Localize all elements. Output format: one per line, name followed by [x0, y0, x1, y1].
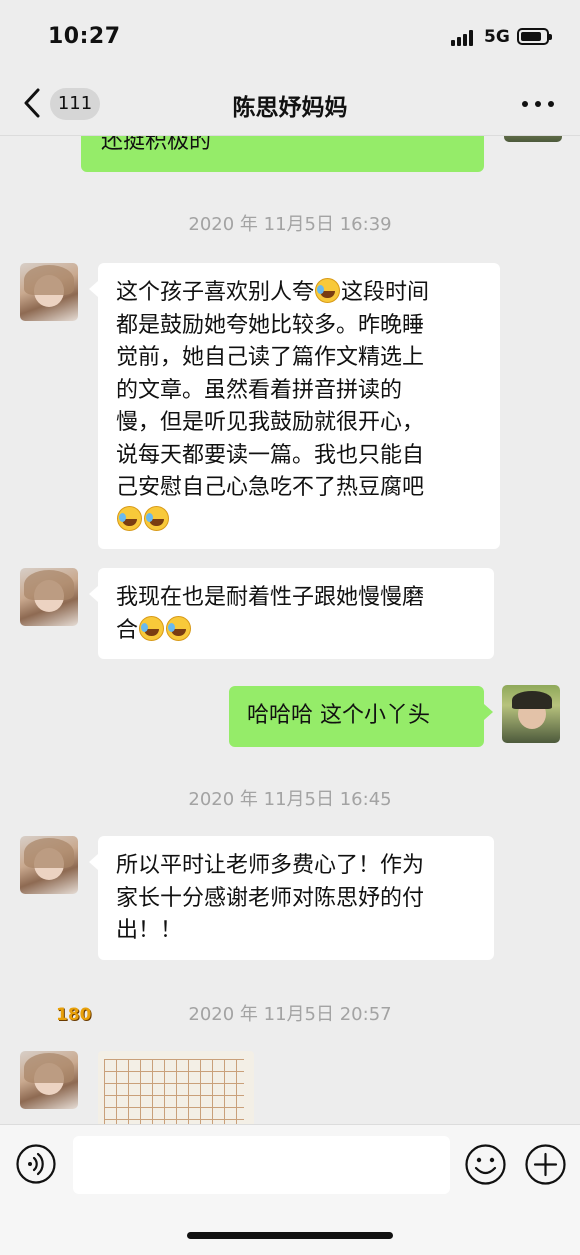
message-line: 所以平时让老师多费心了！作为: [116, 853, 425, 878]
message-line: 都是鼓励她夸她比较多。昨晚睡: [116, 312, 425, 338]
avatar-contact[interactable]: [20, 1051, 78, 1109]
image-message-preview: [104, 1059, 244, 1124]
battery-level: [521, 32, 542, 41]
message-line: [116, 505, 482, 538]
message-line: 合: [116, 615, 476, 648]
message-bubble-outgoing[interactable]: 还挺积极的: [81, 136, 484, 172]
message-line: 家长十分感谢老师对陈思妤的付: [116, 885, 425, 911]
message-line: 说每天都要读一篇。我也只能自: [116, 442, 425, 468]
message-line: 己安慰自己心急吃不了热豆腐吧: [116, 475, 425, 500]
avatar-contact[interactable]: [20, 836, 78, 894]
message-bubble-outgoing[interactable]: 哈哈哈 这个小丫头: [229, 686, 493, 747]
signal-icon: [451, 30, 477, 46]
cry-laugh-emoji: [166, 615, 192, 641]
avatar-contact[interactable]: [20, 568, 78, 626]
message-list[interactable]: 还挺积极的 2020 年 11月5日 16:39 这个孩子喜欢别人夸 这段时间 都…: [0, 136, 580, 1124]
timestamp: 2020 年 11月5日 20:57: [188, 1004, 392, 1025]
chat-header: 111 陈思妤妈妈: [0, 72, 580, 136]
message-text: 哈哈哈 这个小丫头: [247, 703, 430, 728]
message-text: 还挺积极的: [101, 136, 212, 154]
message-line: 慢，但是听见我鼓励就很开心，: [116, 410, 425, 435]
message-input[interactable]: [73, 1136, 450, 1194]
message-bubble-incoming[interactable]: 这个孩子喜欢别人夸 这段时间 都是鼓励她夸她比较多。昨晚睡 觉前，她自己读了篇作文…: [89, 263, 500, 549]
message-bubble-incoming[interactable]: 我现在也是耐着性子跟她慢慢磨 合: [89, 568, 494, 659]
cry-laugh-emoji: [117, 505, 142, 531]
network-type: 5G: [484, 27, 510, 47]
status-bar: 10:27 5G: [0, 0, 580, 72]
timestamp: 2020 年 11月5日 16:39: [188, 214, 392, 235]
image-message[interactable]: [98, 1051, 254, 1124]
status-time: 10:27: [48, 24, 121, 49]
timestamp: 2020 年 11月5日 16:45: [188, 789, 392, 810]
cry-laugh-emoji: [144, 505, 169, 531]
message-line: 觉前，她自己读了篇作文精选上: [116, 345, 425, 370]
message-line: 这个孩子喜欢别人夸 这段时间: [116, 278, 430, 305]
home-indicator[interactable]: [187, 1232, 393, 1239]
message-line: 的文章。虽然看着拼音拼读的: [116, 377, 403, 403]
plus-icon[interactable]: [525, 1144, 566, 1185]
cry-laugh-emoji: [315, 278, 341, 303]
message-line: 出！！: [116, 918, 183, 943]
voice-icon[interactable]: [16, 1144, 56, 1184]
avatar-self[interactable]: [504, 136, 562, 142]
avatar-self[interactable]: [502, 685, 560, 743]
avatar-contact[interactable]: [20, 263, 78, 321]
battery-icon: [517, 28, 552, 45]
message-line: 我现在也是耐着性子跟她慢慢磨: [116, 585, 425, 610]
cry-laugh-emoji: [139, 615, 165, 641]
chat-title: 陈思妤妈妈: [232, 95, 348, 121]
more-icon[interactable]: [522, 98, 554, 110]
message-bubble-incoming[interactable]: 所以平时让老师多费心了！作为 家长十分感谢老师对陈思妤的付 出！！: [89, 836, 494, 960]
emoji-icon[interactable]: [465, 1144, 506, 1185]
